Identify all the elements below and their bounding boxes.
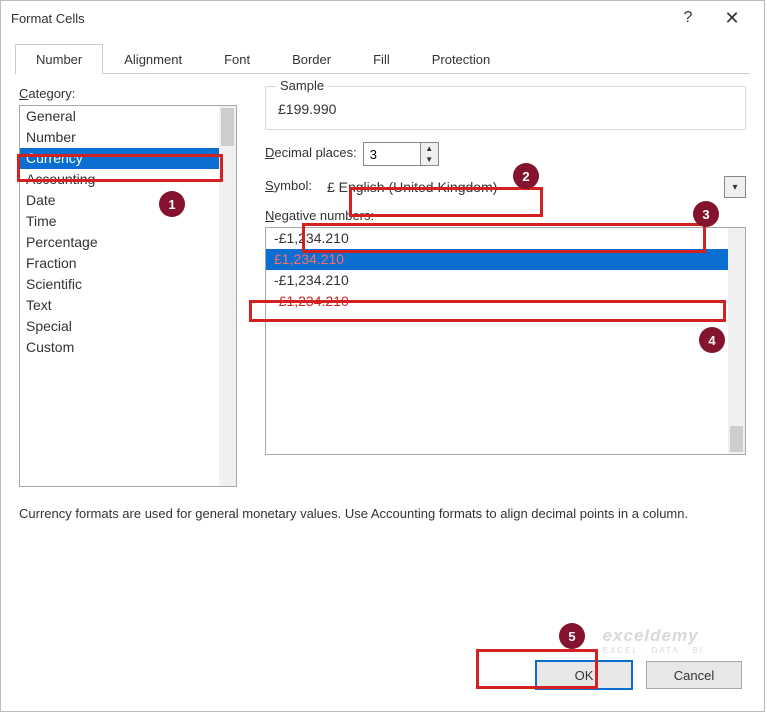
badge-5: 5 [559, 623, 585, 649]
cancel-button[interactable]: Cancel [646, 661, 742, 689]
tab-number[interactable]: Number [15, 44, 103, 74]
spinner-down-icon[interactable]: ▼ [421, 154, 438, 165]
tabs: Number Alignment Font Border Fill Protec… [15, 43, 750, 74]
list-item[interactable]: £1,234.210 [266, 249, 745, 270]
sample-value: £199.990 [278, 97, 733, 117]
titlebar: Format Cells ? ✕ [1, 1, 764, 35]
list-item[interactable]: -£1,234.210 [266, 270, 745, 291]
category-listbox[interactable]: General Number Currency Accounting Date … [19, 105, 237, 487]
decimal-places-spinner[interactable]: ▲ ▼ [363, 142, 439, 166]
tab-protection[interactable]: Protection [411, 44, 512, 74]
symbol-dropdown-button[interactable]: ▾ [724, 176, 746, 198]
negative-numbers-listbox[interactable]: -£1,234.210 £1,234.210 -£1,234.210 -£1,2… [265, 227, 746, 455]
help-button[interactable]: ? [666, 3, 710, 33]
list-item[interactable]: Special [20, 316, 236, 337]
negative-numbers-label: Negative numbers: [265, 208, 746, 223]
scrollbar[interactable] [219, 106, 236, 486]
list-item[interactable]: Date [20, 190, 236, 211]
decimal-places-input[interactable] [364, 143, 420, 165]
format-cells-dialog: Format Cells ? ✕ Number Alignment Font B… [0, 0, 765, 712]
list-item[interactable]: Fraction [20, 253, 236, 274]
list-item[interactable]: -£1,234.210 [266, 291, 745, 312]
symbol-value[interactable]: £ English (United Kingdom) [318, 174, 720, 200]
close-button[interactable]: ✕ [710, 3, 754, 33]
list-item[interactable]: Accounting [20, 169, 236, 190]
sample-legend: Sample [276, 78, 328, 93]
tab-font[interactable]: Font [203, 44, 271, 74]
scrollbar[interactable] [728, 228, 745, 454]
ok-button[interactable]: OK [536, 661, 632, 689]
watermark: exceldemy EXCEL · DATA · BI [603, 626, 704, 655]
list-item[interactable]: Percentage [20, 232, 236, 253]
description-text: Currency formats are used for general mo… [19, 487, 746, 523]
list-item[interactable]: Text [20, 295, 236, 316]
list-item[interactable]: Scientific [20, 274, 236, 295]
tab-border[interactable]: Border [271, 44, 352, 74]
symbol-label: Symbol: [265, 178, 312, 193]
dialog-title: Format Cells [11, 11, 85, 26]
list-item[interactable]: -£1,234.210 [266, 228, 745, 249]
tab-alignment[interactable]: Alignment [103, 44, 203, 74]
tab-fill[interactable]: Fill [352, 44, 411, 74]
list-item[interactable]: Time [20, 211, 236, 232]
category-label: Category: [19, 86, 237, 101]
list-item[interactable]: General [20, 106, 236, 127]
list-item[interactable]: Currency [20, 148, 236, 169]
decimal-places-label: Decimal places: [265, 145, 357, 160]
list-item[interactable]: Number [20, 127, 236, 148]
sample-box: Sample £199.990 [265, 86, 746, 130]
chevron-down-icon: ▾ [732, 182, 737, 193]
list-item[interactable]: Custom [20, 337, 236, 358]
spinner-up-icon[interactable]: ▲ [421, 143, 438, 154]
